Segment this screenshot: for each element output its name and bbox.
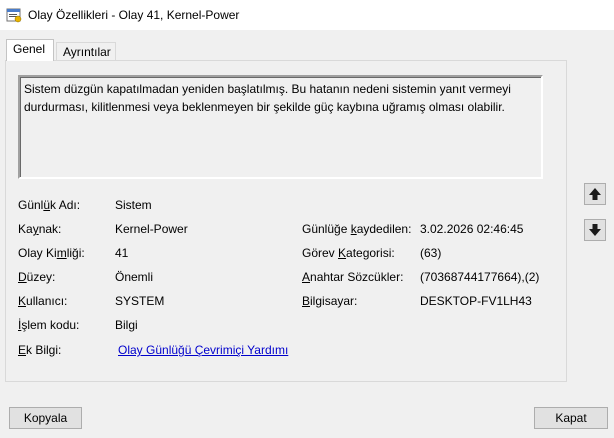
user-label: Kullanıcı: [18, 294, 68, 308]
arrow-up-icon [589, 188, 601, 200]
next-event-button[interactable] [584, 219, 606, 241]
copy-button-label: Kopyala [23, 411, 68, 425]
tab-details-label: Ayrıntılar [63, 45, 111, 59]
tab-strip: Genel Ayrıntılar [4, 39, 604, 61]
opcode-label: İşlem kodu: [18, 318, 80, 332]
keywords-label: Anahtar Sözcükler: [302, 270, 404, 284]
event-id-value: 41 [115, 246, 129, 260]
keywords-value: (70368744177664),(2) [420, 270, 540, 284]
source-value: Kernel-Power [115, 222, 188, 236]
log-name-label: Günlük Adı: [18, 198, 81, 212]
event-viewer-icon [6, 8, 22, 23]
level-value: Önemli [115, 270, 154, 284]
previous-event-button[interactable] [584, 183, 606, 205]
logged-label: Günlüğe kaydedilen: [302, 222, 412, 236]
window-title: Olay Özellikleri - Olay 41, Kernel-Power [28, 8, 240, 22]
level-label: Düzey: [18, 270, 56, 284]
opcode-value: Bilgi [115, 318, 138, 332]
copy-button[interactable]: Kopyala [9, 407, 82, 429]
more-info-label: Ek Bilgi: [18, 343, 62, 357]
user-value: SYSTEM [115, 294, 165, 308]
tab-general[interactable]: Genel [6, 39, 54, 61]
general-panel: Sistem düzgün kapatılmadan yeniden başla… [5, 60, 567, 382]
tab-general-label: Genel [13, 42, 46, 56]
source-label: Kaynak: [18, 222, 62, 236]
description-text: Sistem düzgün kapatılmadan yeniden başla… [24, 82, 511, 114]
tab-details[interactable]: Ayrıntılar [56, 42, 116, 60]
computer-label: Bilgisayar: [302, 294, 358, 308]
online-help-link[interactable]: Olay Günlüğü Çevrimiçi Yardımı [118, 343, 288, 357]
description-box[interactable]: Sistem düzgün kapatılmadan yeniden başla… [18, 75, 543, 179]
close-button-label: Kapat [555, 411, 587, 425]
task-category-label: Görev Kategorisi: [302, 246, 395, 260]
logged-value: 3.02.2026 02:46:45 [420, 222, 524, 236]
event-id-label: Olay Kimliği: [18, 246, 85, 260]
close-button[interactable]: Kapat [534, 407, 608, 429]
computer-value: DESKTOP-FV1LH43 [420, 294, 532, 308]
arrow-down-icon [589, 224, 601, 236]
title-bar: Olay Özellikleri - Olay 41, Kernel-Power [0, 0, 614, 30]
task-category-value: (63) [420, 246, 442, 260]
log-name-value: Sistem [115, 198, 152, 212]
